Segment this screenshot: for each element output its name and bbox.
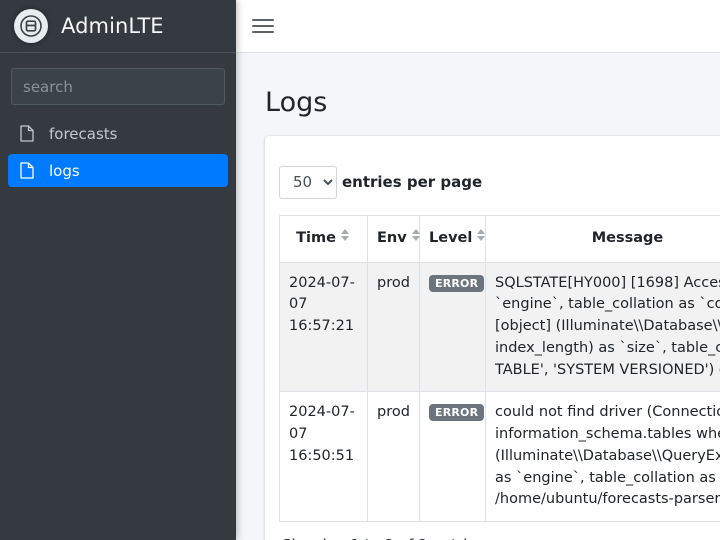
hamburger-bar <box>252 19 274 21</box>
page-title: Logs <box>236 71 720 118</box>
table-head: Time Env Level Message <box>280 215 720 262</box>
file-icon <box>20 125 40 142</box>
cell-level: ERROR <box>420 262 486 392</box>
cell-env: prod <box>368 262 420 392</box>
table-header-row: Time Env Level Message <box>280 215 720 262</box>
hamburger-menu-icon[interactable] <box>252 15 274 37</box>
sidebar: AdminLTE f <box>0 0 236 540</box>
sidebar-nav: forecasts logs <box>0 117 236 187</box>
brand-text: AdminLTE <box>61 14 164 38</box>
sort-arrows-icon[interactable] <box>341 229 351 241</box>
cell-time: 2024-07-07 16:50:51 <box>280 392 368 522</box>
sidebar-item-logs[interactable]: logs <box>8 154 228 187</box>
column-header-level[interactable]: Level <box>420 215 486 262</box>
column-label: Message <box>592 230 664 246</box>
table-row[interactable]: 2024-07-07 16:57:21 prod ERROR SQLSTATE[… <box>280 262 720 392</box>
file-icon <box>20 162 40 179</box>
sidebar-search[interactable] <box>11 68 225 105</box>
admin-dashboard: AdminLTE f <box>0 0 720 540</box>
brand-link[interactable]: AdminLTE <box>0 0 236 53</box>
status-badge: ERROR <box>429 404 484 421</box>
length-menu: 50 entries per page <box>279 152 720 215</box>
message-line: as `engine`, table_collation as `collati <box>495 468 720 490</box>
message-line: [object] (Illuminate\\Database\\QueryE <box>495 316 720 338</box>
column-label: Level <box>429 230 472 246</box>
cell-env: prod <box>368 392 420 522</box>
message-line: (Illuminate\\Database\\QueryException <box>495 446 720 468</box>
cell-level: ERROR <box>420 392 486 522</box>
column-header-env[interactable]: Env <box>368 215 420 262</box>
logs-card: 50 entries per page Time Env <box>265 136 720 540</box>
message-line: /home/ubuntu/forecasts-parser/vendo <box>495 489 720 511</box>
column-header-message[interactable]: Message <box>486 215 720 262</box>
logs-table: Time Env Level Message <box>279 215 720 522</box>
table-body: 2024-07-07 16:57:21 prod ERROR SQLSTATE[… <box>280 262 720 522</box>
message-line: could not find driver (Connection: mysq <box>495 402 720 424</box>
status-badge: ERROR <box>429 275 484 292</box>
entries-per-page-label: entries per page <box>342 173 482 191</box>
message-line: information_schema.tables where tabl <box>495 424 720 446</box>
message-line: index_length) as `size`, table_comme <box>495 338 720 360</box>
hamburger-bar <box>252 25 274 27</box>
column-label: Env <box>377 230 407 246</box>
message-line: TABLE', 'SYSTEM VERSIONED') order by <box>495 360 720 382</box>
table-info: Showing 1 to 2 of 2 entries <box>279 522 720 540</box>
table-row[interactable]: 2024-07-07 16:50:51 prod ERROR could not… <box>280 392 720 522</box>
column-header-time[interactable]: Time <box>280 215 368 262</box>
sidebar-item-label: forecasts <box>49 125 117 143</box>
top-navbar <box>236 0 720 53</box>
sidebar-item-forecasts[interactable]: forecasts <box>8 117 228 150</box>
message-line: `engine`, table_collation as `collation <box>495 294 720 316</box>
entries-per-page-select[interactable]: 50 <box>279 166 337 199</box>
cell-message: could not find driver (Connection: mysq … <box>486 392 720 522</box>
cell-time: 2024-07-07 16:57:21 <box>280 262 368 392</box>
hamburger-bar <box>252 31 274 33</box>
cell-message: SQLSTATE[HY000] [1698] Access denied `en… <box>486 262 720 392</box>
search-input[interactable] <box>12 69 225 104</box>
column-label: Time <box>296 230 336 246</box>
message-line: SQLSTATE[HY000] [1698] Access denied <box>495 273 720 295</box>
sidebar-item-label: logs <box>49 162 80 180</box>
main-content: Logs 50 entries per page Time <box>236 0 720 540</box>
adminlte-circle-logo-icon <box>14 9 48 43</box>
